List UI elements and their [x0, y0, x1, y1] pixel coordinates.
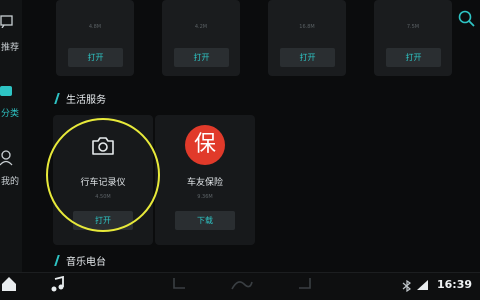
- section-marker: [54, 93, 60, 104]
- app-size: 4.8M: [88, 24, 102, 30]
- app-size: 16.8M: [299, 24, 315, 30]
- app-card: 16.8M 打开: [268, 0, 346, 76]
- seat-icon[interactable]: [170, 276, 188, 292]
- download-button[interactable]: 下载: [175, 211, 235, 230]
- app-name: 车友保险: [186, 178, 223, 188]
- search-icon[interactable]: [458, 10, 476, 28]
- music-icon[interactable]: [50, 276, 66, 292]
- section-marker: [54, 255, 60, 266]
- category-icon: [0, 86, 12, 96]
- section-title-music: 音乐电台: [54, 253, 106, 268]
- insurance-logo: 保: [185, 125, 225, 165]
- signal-icon: [417, 280, 428, 290]
- home-icon[interactable]: [1, 276, 17, 292]
- open-button[interactable]: 打开: [280, 48, 335, 67]
- status-time: 16:39: [436, 278, 472, 291]
- app-card: 7.5M 打开: [374, 0, 452, 76]
- app-card: 4.2M 打开: [162, 0, 240, 76]
- nav-item-category[interactable]: 分类: [0, 86, 22, 120]
- open-button[interactable]: 打开: [68, 48, 123, 67]
- seat-icon[interactable]: [296, 276, 314, 292]
- side-nav: 推荐 分类 我的: [0, 0, 22, 272]
- open-button[interactable]: 打开: [386, 48, 441, 67]
- app-size: 7.5M: [406, 24, 420, 30]
- highlight-circle: [46, 118, 160, 232]
- app-size: 9.36M: [197, 194, 213, 200]
- bluetooth-icon: [402, 280, 411, 292]
- open-button[interactable]: 打开: [174, 48, 229, 67]
- nav-item-mine[interactable]: 我的: [0, 150, 22, 190]
- nav-label-category: 分类: [1, 109, 20, 119]
- user-icon: [0, 150, 13, 166]
- nav-item-recommend[interactable]: 推荐: [0, 14, 22, 54]
- section-title-life: 生活服务: [54, 91, 106, 106]
- recommend-icon: [0, 15, 13, 28]
- nav-label-recommend: 推荐: [1, 43, 20, 53]
- nav-label-mine: 我的: [1, 177, 20, 187]
- app-card-insurance[interactable]: 保 车友保险 9.36M 下载: [155, 115, 255, 245]
- app-card: 4.8M 打开: [56, 0, 134, 76]
- app-size: 4.2M: [194, 24, 208, 30]
- climate-icon[interactable]: [230, 276, 254, 292]
